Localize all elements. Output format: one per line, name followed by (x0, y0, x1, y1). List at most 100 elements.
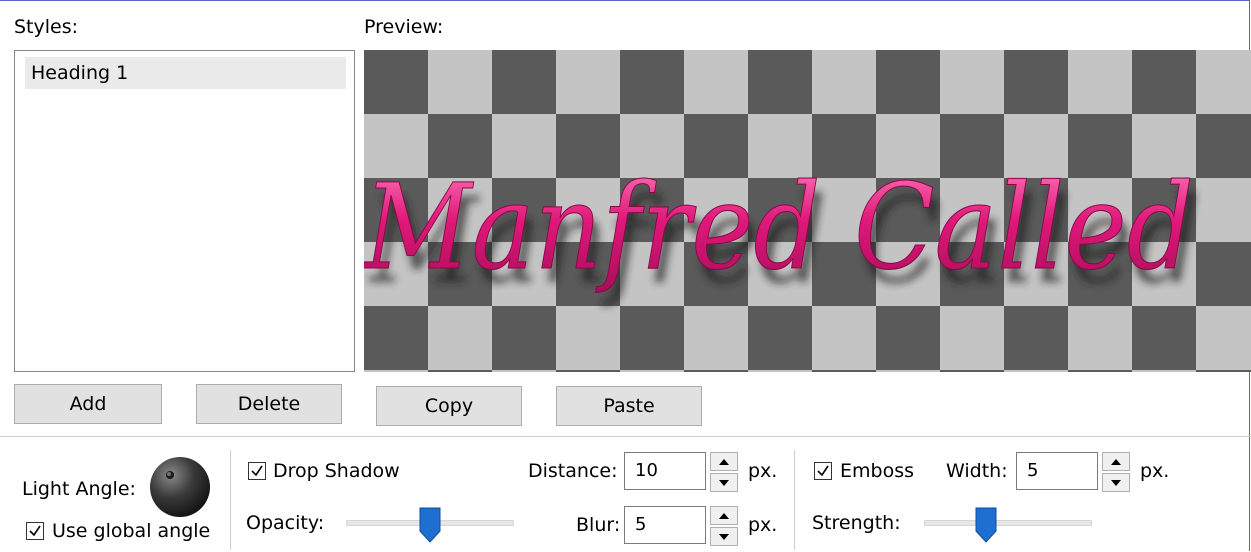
width-label: Width: (946, 460, 1008, 482)
emboss-checkbox[interactable] (814, 462, 832, 480)
width-unit: px. (1140, 460, 1170, 482)
distance-unit: px. (748, 460, 778, 482)
slider-track (924, 520, 1092, 526)
checker-square (1196, 50, 1251, 114)
light-angle-label: Light Angle: (22, 478, 136, 500)
arrow-up-icon (1111, 459, 1121, 465)
list-item[interactable]: Heading 1 (25, 57, 346, 89)
checker-square (1196, 242, 1251, 306)
checker-square (1068, 306, 1132, 370)
checker-square (364, 306, 428, 370)
checker-square (684, 306, 748, 370)
distance-label: Distance: (528, 460, 618, 482)
preview-label: Preview: (364, 16, 444, 38)
arrow-up-icon (719, 459, 729, 465)
section-divider-vertical (794, 450, 795, 550)
styles-listbox[interactable]: Heading 1 (14, 50, 355, 372)
slider-thumb[interactable] (975, 507, 997, 543)
strength-label: Strength: (812, 512, 901, 534)
checker-square (620, 370, 684, 372)
width-spinner[interactable] (1102, 452, 1130, 492)
spin-down-button[interactable] (1102, 473, 1130, 492)
drop-shadow-checkbox[interactable] (248, 462, 266, 480)
arrow-down-icon (719, 534, 729, 540)
check-icon (29, 525, 41, 537)
checker-square (428, 370, 492, 372)
checker-square (876, 306, 940, 370)
delete-button[interactable]: Delete (196, 384, 342, 424)
arrow-up-icon (719, 513, 729, 519)
section-divider (0, 436, 1251, 437)
checker-square (812, 306, 876, 370)
opacity-label: Opacity: (246, 512, 325, 534)
checker-square (556, 50, 620, 114)
distance-spinner[interactable] (710, 452, 738, 492)
checker-square (940, 370, 1004, 372)
spin-up-button[interactable] (1102, 452, 1130, 471)
checker-square (428, 50, 492, 114)
preview-text: Manfred Called (364, 158, 1194, 296)
blur-label: Blur: (576, 514, 621, 536)
checker-square (1004, 50, 1068, 114)
checker-square (684, 50, 748, 114)
checker-square (1004, 370, 1068, 372)
width-input[interactable]: 5 (1016, 452, 1098, 490)
drop-shadow-label: Drop Shadow (273, 460, 400, 482)
checker-square (364, 50, 428, 114)
styles-label: Styles: (14, 16, 79, 38)
checker-square (364, 370, 428, 372)
checker-square (1068, 50, 1132, 114)
checker-square (492, 370, 556, 372)
checker-square (1004, 306, 1068, 370)
preview-canvas: Manfred Called Manfred Called (364, 50, 1251, 372)
distance-input[interactable]: 10 (624, 452, 706, 490)
slider-thumb[interactable] (419, 507, 441, 543)
spin-up-button[interactable] (710, 506, 738, 525)
strength-slider[interactable] (924, 502, 1092, 543)
spin-up-button[interactable] (710, 452, 738, 471)
checker-square (1196, 370, 1251, 372)
checker-square (1132, 306, 1196, 370)
arrow-down-icon (719, 480, 729, 486)
checker-square (556, 370, 620, 372)
copy-button[interactable]: Copy (376, 386, 522, 426)
add-button[interactable]: Add (14, 384, 162, 424)
checker-square (1132, 50, 1196, 114)
opacity-slider[interactable] (346, 502, 514, 543)
checker-square (748, 50, 812, 114)
check-icon (817, 465, 829, 477)
checker-square (492, 306, 556, 370)
checker-square (620, 306, 684, 370)
checker-square (620, 50, 684, 114)
checker-square (556, 306, 620, 370)
checker-square (1196, 306, 1251, 370)
checker-square (876, 50, 940, 114)
blur-input[interactable]: 5 (624, 506, 706, 544)
arrow-down-icon (1111, 480, 1121, 486)
checker-square (748, 370, 812, 372)
checker-square (1196, 178, 1251, 242)
check-icon (251, 465, 263, 477)
checker-square (1068, 370, 1132, 372)
checker-square (876, 370, 940, 372)
checker-square (1196, 114, 1251, 178)
blur-spinner[interactable] (710, 506, 738, 546)
checker-square (748, 306, 812, 370)
preview-pane: Manfred Called Manfred Called (364, 50, 1251, 372)
emboss-label: Emboss (840, 460, 914, 482)
spin-down-button[interactable] (710, 473, 738, 492)
checker-square (812, 50, 876, 114)
blur-unit: px. (748, 514, 778, 536)
use-global-angle-label: Use global angle (52, 520, 211, 542)
checker-square (1132, 370, 1196, 372)
light-angle-knob-icon[interactable] (148, 455, 212, 519)
use-global-angle-checkbox[interactable] (26, 522, 44, 540)
checker-square (812, 370, 876, 372)
checker-square (940, 50, 1004, 114)
section-divider-vertical (230, 450, 231, 550)
paste-button[interactable]: Paste (556, 386, 702, 426)
spin-down-button[interactable] (710, 527, 738, 546)
checker-square (492, 50, 556, 114)
checker-square (684, 370, 748, 372)
checker-square (940, 306, 1004, 370)
